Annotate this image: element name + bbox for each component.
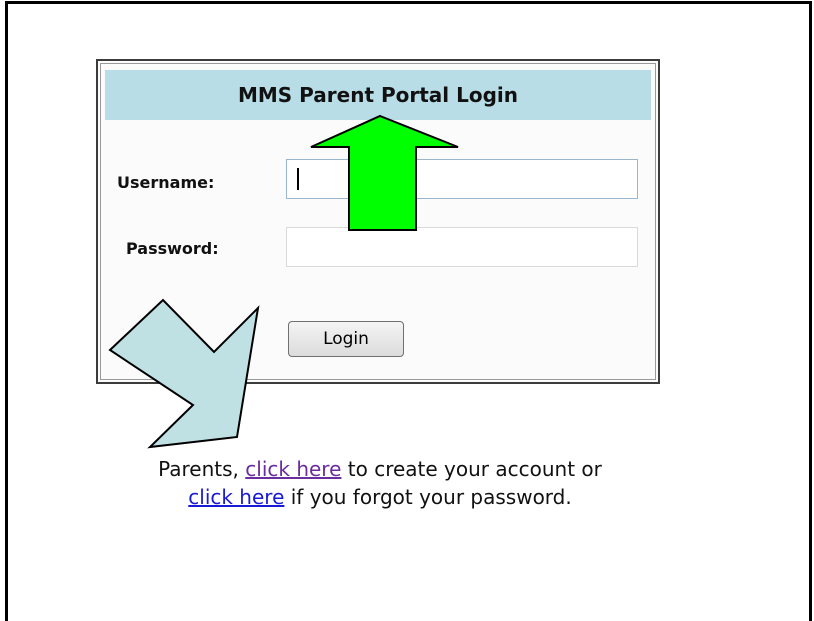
create-account-link[interactable]: click here [245, 457, 341, 481]
note-prefix: Parents, [158, 457, 239, 481]
down-arrow-icon [108, 298, 260, 449]
note-middle: to create your account or [347, 457, 602, 481]
note-suffix: if you forgot your password. [290, 485, 572, 509]
forgot-password-link[interactable]: click here [188, 485, 284, 509]
up-arrow-icon [310, 114, 459, 231]
account-note: Parents, click here to create your accou… [40, 455, 720, 511]
